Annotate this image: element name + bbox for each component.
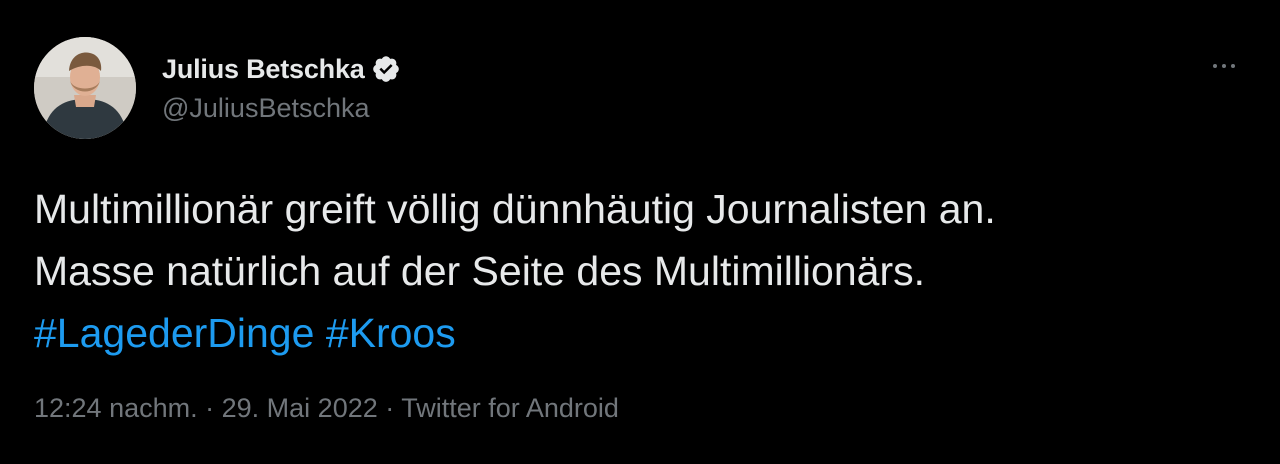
- meta-separator: ·: [205, 393, 215, 423]
- meta-separator: ·: [385, 393, 395, 423]
- tweet-source[interactable]: Twitter for Android: [401, 393, 619, 423]
- avatar-image: [34, 37, 136, 139]
- author-info: Julius Betschka @JuliusBetschka: [162, 52, 401, 124]
- tweet-meta: 12:24 nachm. · 29. Mai 2022 · Twitter fo…: [34, 393, 619, 424]
- avatar[interactable]: [34, 37, 136, 139]
- tweet-date[interactable]: 29. Mai 2022: [222, 393, 378, 423]
- tweet: Julius Betschka @JuliusBetschka Multimil…: [0, 0, 1280, 464]
- name-row: Julius Betschka: [162, 52, 401, 86]
- handle[interactable]: @JuliusBetschka: [162, 93, 401, 124]
- hashtag-line: #LagederDinge #Kroos: [34, 302, 1254, 364]
- tweet-text-line: Masse natürlich auf der Seite des Multim…: [34, 248, 925, 294]
- tweet-text-line: Multimillionär greift völlig dünnhäutig …: [34, 186, 996, 232]
- verified-badge-icon: [371, 54, 401, 84]
- display-name[interactable]: Julius Betschka: [162, 54, 365, 85]
- more-horizontal-icon[interactable]: [1204, 54, 1244, 78]
- tweet-time[interactable]: 12:24 nachm.: [34, 393, 198, 423]
- tweet-text: Multimillionär greift völlig dünnhäutig …: [34, 178, 1254, 364]
- hashtag-link[interactable]: #LagederDinge: [34, 310, 314, 356]
- hashtag-link[interactable]: #Kroos: [326, 310, 456, 356]
